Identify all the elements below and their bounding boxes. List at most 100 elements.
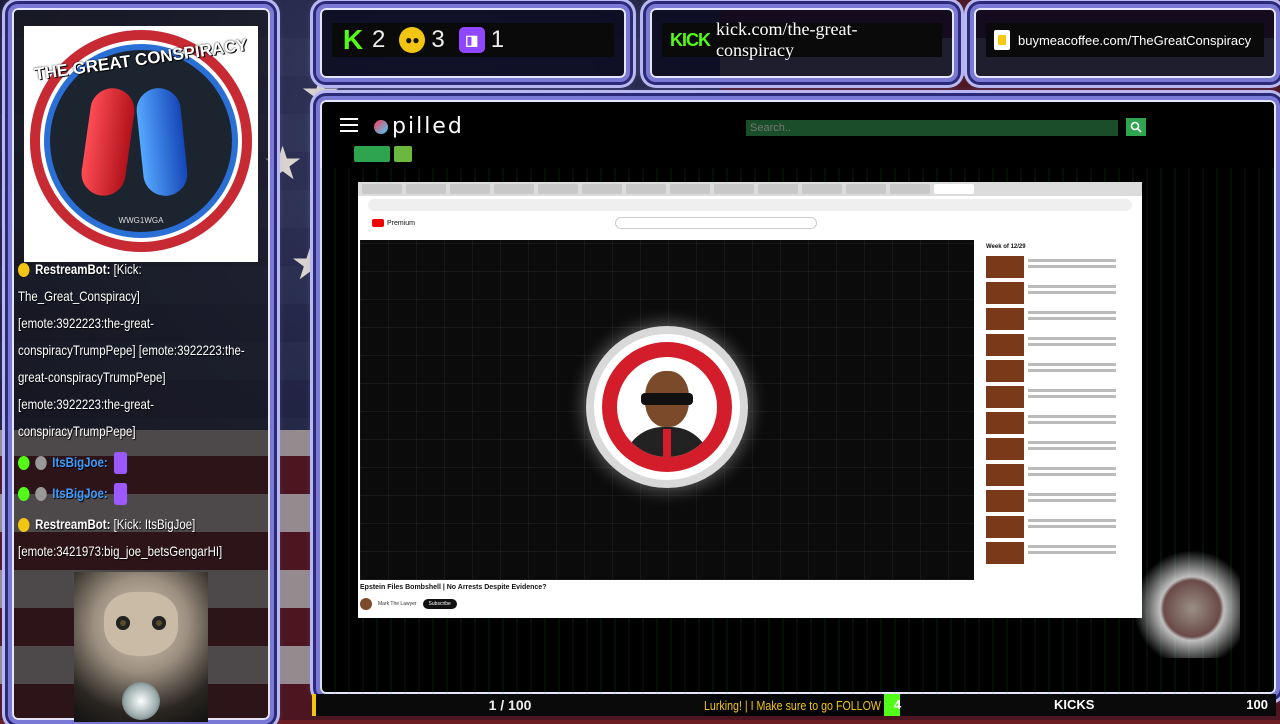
video-thumbnail	[986, 542, 1024, 564]
browser-tab[interactable]	[626, 184, 666, 194]
search-button[interactable]	[1126, 118, 1146, 136]
logo-subtitle: WWG1WGA	[118, 216, 164, 225]
youtube-brand: Premium	[387, 219, 416, 227]
main-screen: pilled Premium	[316, 96, 1280, 698]
playlist-title: Week of 12/29	[986, 244, 1026, 250]
restream-badge-icon	[18, 263, 30, 278]
kick-logo-icon: KICK	[670, 29, 711, 50]
ticker-text: Lurking! | I Make sure to go FOLLOW	[704, 697, 881, 713]
search-input[interactable]	[746, 120, 1118, 136]
gengar-emote-icon	[114, 483, 128, 506]
user-avatar-icon	[35, 456, 47, 471]
browser-tab[interactable]	[802, 184, 842, 194]
browser-tabs	[358, 182, 1142, 196]
list-item[interactable]	[986, 360, 1126, 382]
list-item[interactable]	[986, 334, 1126, 356]
youtube-search-input[interactable]	[615, 217, 818, 229]
gengar-emote-icon	[114, 452, 128, 475]
kick-badge-icon	[18, 456, 30, 471]
list-item[interactable]	[986, 282, 1126, 304]
list-item[interactable]	[986, 464, 1126, 486]
chat-text: [Kick: The_Great_Conspiracy] [emote:3922…	[18, 261, 245, 439]
pilled-logo[interactable]: pilled	[374, 114, 464, 139]
bmc-url[interactable]: buymeacoffee.com/TheGreatConspiracy	[1018, 33, 1251, 48]
browser-tab[interactable]	[450, 184, 490, 194]
browser-tab[interactable]	[714, 184, 754, 194]
webcam-cat-image	[74, 572, 208, 722]
kicks-goal-bar: 4 KICKS 100	[884, 694, 1276, 716]
kicks-count: 4	[894, 697, 902, 712]
restream-badge-icon	[18, 518, 30, 533]
subscribe-button[interactable]: Subscribe	[422, 599, 457, 609]
list-item[interactable]	[986, 438, 1126, 460]
browser-tab[interactable]	[494, 184, 534, 194]
video-thumbnail	[986, 360, 1024, 382]
browser-tab[interactable]	[362, 184, 402, 194]
video-thumbnail	[986, 334, 1024, 356]
menu-icon[interactable]	[340, 118, 358, 132]
list-item[interactable]	[986, 490, 1126, 512]
channel-row: Mark The Lawyer Subscribe	[360, 598, 457, 610]
youtube-logo-icon[interactable]	[372, 219, 384, 227]
chat-message: ItsBigJoe:	[18, 449, 248, 476]
follower-stats-box: K 2 ●● 3 ◨ 1	[316, 4, 630, 82]
video-thumbnail	[986, 516, 1024, 538]
kick-link-box: KICK kick.com/the-great-conspiracy	[646, 4, 958, 82]
edit-button[interactable]	[394, 146, 412, 162]
bottom-bar: 1 / 100 Lurking! | I Make sure to go FOL…	[312, 694, 1276, 716]
pilled-header: pilled	[334, 114, 1262, 140]
twitch-count: 1	[490, 26, 505, 53]
bmc-link-row: buymeacoffee.com/TheGreatConspiracy	[986, 23, 1264, 57]
video-thumbnail	[986, 386, 1024, 408]
list-item[interactable]	[986, 386, 1126, 408]
video-thumbnail	[986, 282, 1024, 304]
kick-url[interactable]: kick.com/the-great-conspiracy	[716, 19, 934, 61]
sunglasses-icon: ●●	[399, 27, 426, 53]
browser-tab[interactable]	[758, 184, 798, 194]
list-item[interactable]	[986, 256, 1126, 278]
browser-tab[interactable]	[670, 184, 710, 194]
browser-tab-active[interactable]	[934, 184, 974, 194]
chat-username: ItsBigJoe:	[52, 454, 108, 470]
coffee-cup-icon	[994, 30, 1010, 50]
cat-eye	[116, 616, 130, 630]
browser-window: Premium Epstein Files Bombshell | No Arr…	[358, 182, 1142, 618]
expand-screen-button[interactable]	[354, 146, 390, 162]
kick-link-row: KICK kick.com/the-great-conspiracy	[662, 19, 942, 60]
ticker: Lurking! | I Make sure to go FOLLOW	[704, 694, 884, 716]
audio-visualizer-avatar	[594, 334, 740, 480]
channel-avatar[interactable]	[360, 598, 372, 610]
video-thumbnail	[986, 412, 1024, 434]
pilled-brand: pilled	[392, 114, 464, 139]
yellow-count: 3	[431, 26, 445, 53]
video-player[interactable]	[360, 240, 974, 580]
kick-count: 2	[372, 26, 386, 53]
address-bar[interactable]	[368, 199, 1132, 211]
list-item[interactable]	[986, 542, 1126, 564]
browser-tab[interactable]	[890, 184, 930, 194]
browser-tab[interactable]	[538, 184, 578, 194]
twitch-icon: ◨	[458, 27, 485, 53]
kicks-label: KICKS	[1054, 697, 1095, 712]
goal-progress-bar: 1 / 100	[312, 694, 704, 716]
list-item[interactable]	[986, 308, 1126, 330]
channel-name[interactable]: Mark The Lawyer	[378, 601, 417, 607]
browser-tab[interactable]	[846, 184, 886, 194]
audio-visualizer-corner	[1120, 548, 1240, 658]
browser-tab[interactable]	[406, 184, 446, 194]
recommended-list: Week of 12/29	[986, 244, 1126, 568]
motorcycle-headlight	[122, 682, 160, 720]
kick-badge-icon	[18, 487, 30, 502]
chat-message: RestreamBot: [Kick: ItsBigJoe] [emote:34…	[18, 511, 248, 565]
pilled-logo-icon	[374, 120, 388, 134]
list-item[interactable]	[986, 412, 1126, 434]
browser-tab[interactable]	[582, 184, 622, 194]
lawyer-avatar	[617, 357, 717, 457]
video-title: Epstein Files Bombshell | No Arrests Des…	[360, 584, 547, 591]
list-item[interactable]	[986, 516, 1126, 538]
search-icon	[1130, 121, 1142, 133]
user-avatar-icon	[35, 487, 47, 502]
goal-progress-text: 1 / 100	[488, 697, 532, 713]
kicks-goal: 100	[1246, 697, 1268, 712]
chat-panel: RestreamBot: [Kick: The_Great_Conspiracy…	[18, 256, 250, 569]
